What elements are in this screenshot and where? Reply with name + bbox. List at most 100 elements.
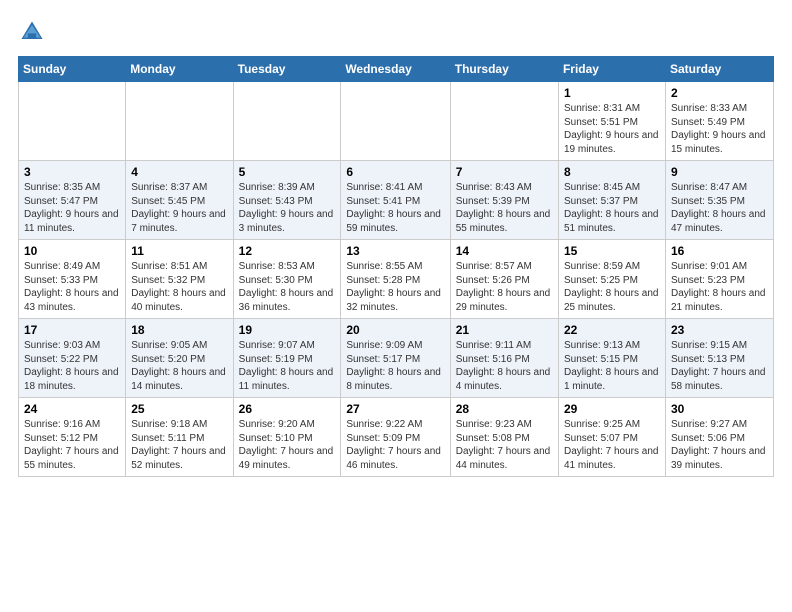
calendar-cell: 27 Sunrise: 9:22 AM Sunset: 5:09 PM Dayli… [341, 398, 450, 477]
calendar-cell: 7Sunrise: 8:43 AM Sunset: 5:39 PM Daylig… [450, 161, 558, 240]
day-number: 17 [24, 323, 120, 337]
calendar-cell [341, 82, 450, 161]
calendar-cell: 10 Sunrise: 8:49 AM Sunset: 5:33 PM Dayli… [19, 240, 126, 319]
calendar-cell: 24 Sunrise: 9:16 AM Sunset: 5:12 PM Dayli… [19, 398, 126, 477]
day-info: Sunrise: 9:16 AM Sunset: 5:12 PM Dayligh… [24, 418, 120, 472]
day-number: 15 [564, 244, 660, 258]
day-info: Sunrise: 9:01 AM Sunset: 5:23 PM Dayligh… [671, 260, 768, 314]
logo-icon [18, 18, 46, 46]
calendar-cell: 16 Sunrise: 9:01 AM Sunset: 5:23 PM Dayli… [665, 240, 773, 319]
day-number: 25 [131, 402, 227, 416]
day-number: 24 [24, 402, 120, 416]
day-info: Sunrise: 8:39 AM Sunset: 5:43 PM Dayligh… [239, 181, 336, 235]
calendar-cell: 18 Sunrise: 9:05 AM Sunset: 5:20 PM Dayli… [126, 319, 233, 398]
calendar-week-1: 1Sunrise: 8:31 AM Sunset: 5:51 PM Daylig… [19, 82, 774, 161]
calendar-cell: 23 Sunrise: 9:15 AM Sunset: 5:13 PM Dayli… [665, 319, 773, 398]
calendar-cell [450, 82, 558, 161]
day-number: 2 [671, 86, 768, 100]
calendar-cell: 1Sunrise: 8:31 AM Sunset: 5:51 PM Daylig… [558, 82, 665, 161]
day-info: Sunrise: 9:27 AM Sunset: 5:06 PM Dayligh… [671, 418, 768, 472]
day-info: Sunrise: 8:37 AM Sunset: 5:45 PM Dayligh… [131, 181, 227, 235]
calendar-header-row: SundayMondayTuesdayWednesdayThursdayFrid… [19, 57, 774, 82]
day-info: Sunrise: 9:07 AM Sunset: 5:19 PM Dayligh… [239, 339, 336, 393]
calendar-cell: 3Sunrise: 8:35 AM Sunset: 5:47 PM Daylig… [19, 161, 126, 240]
day-info: Sunrise: 8:47 AM Sunset: 5:35 PM Dayligh… [671, 181, 768, 235]
day-number: 26 [239, 402, 336, 416]
day-info: Sunrise: 9:11 AM Sunset: 5:16 PM Dayligh… [456, 339, 553, 393]
calendar-header-friday: Friday [558, 57, 665, 82]
day-info: Sunrise: 8:33 AM Sunset: 5:49 PM Dayligh… [671, 102, 768, 156]
calendar-header-wednesday: Wednesday [341, 57, 450, 82]
day-info: Sunrise: 9:22 AM Sunset: 5:09 PM Dayligh… [346, 418, 444, 472]
calendar-week-2: 3Sunrise: 8:35 AM Sunset: 5:47 PM Daylig… [19, 161, 774, 240]
day-number: 9 [671, 165, 768, 179]
day-info: Sunrise: 8:35 AM Sunset: 5:47 PM Dayligh… [24, 181, 120, 235]
day-info: Sunrise: 9:05 AM Sunset: 5:20 PM Dayligh… [131, 339, 227, 393]
day-number: 20 [346, 323, 444, 337]
calendar-cell: 11Sunrise: 8:51 AM Sunset: 5:32 PM Dayli… [126, 240, 233, 319]
day-info: Sunrise: 8:55 AM Sunset: 5:28 PM Dayligh… [346, 260, 444, 314]
calendar-header-thursday: Thursday [450, 57, 558, 82]
calendar-cell: 25Sunrise: 9:18 AM Sunset: 5:11 PM Dayli… [126, 398, 233, 477]
calendar-cell: 26 Sunrise: 9:20 AM Sunset: 5:10 PM Dayli… [233, 398, 341, 477]
day-number: 5 [239, 165, 336, 179]
calendar-cell: 30Sunrise: 9:27 AM Sunset: 5:06 PM Dayli… [665, 398, 773, 477]
day-number: 11 [131, 244, 227, 258]
calendar: SundayMondayTuesdayWednesdayThursdayFrid… [18, 56, 774, 477]
calendar-header-saturday: Saturday [665, 57, 773, 82]
calendar-header-tuesday: Tuesday [233, 57, 341, 82]
calendar-week-4: 17 Sunrise: 9:03 AM Sunset: 5:22 PM Dayli… [19, 319, 774, 398]
day-info: Sunrise: 8:53 AM Sunset: 5:30 PM Dayligh… [239, 260, 336, 314]
calendar-cell: 5 Sunrise: 8:39 AM Sunset: 5:43 PM Daylig… [233, 161, 341, 240]
day-info: Sunrise: 9:03 AM Sunset: 5:22 PM Dayligh… [24, 339, 120, 393]
day-number: 18 [131, 323, 227, 337]
day-number: 19 [239, 323, 336, 337]
day-info: Sunrise: 8:49 AM Sunset: 5:33 PM Dayligh… [24, 260, 120, 314]
calendar-cell: 29 Sunrise: 9:25 AM Sunset: 5:07 PM Dayli… [558, 398, 665, 477]
day-info: Sunrise: 9:09 AM Sunset: 5:17 PM Dayligh… [346, 339, 444, 393]
day-info: Sunrise: 8:41 AM Sunset: 5:41 PM Dayligh… [346, 181, 444, 235]
calendar-cell: 21 Sunrise: 9:11 AM Sunset: 5:16 PM Dayli… [450, 319, 558, 398]
day-info: Sunrise: 9:13 AM Sunset: 5:15 PM Dayligh… [564, 339, 660, 393]
day-number: 29 [564, 402, 660, 416]
calendar-cell: 8 Sunrise: 8:45 AM Sunset: 5:37 PM Daylig… [558, 161, 665, 240]
day-info: Sunrise: 8:43 AM Sunset: 5:39 PM Dayligh… [456, 181, 553, 235]
calendar-cell: 12Sunrise: 8:53 AM Sunset: 5:30 PM Dayli… [233, 240, 341, 319]
day-number: 6 [346, 165, 444, 179]
calendar-week-3: 10 Sunrise: 8:49 AM Sunset: 5:33 PM Dayli… [19, 240, 774, 319]
day-number: 8 [564, 165, 660, 179]
calendar-cell [126, 82, 233, 161]
calendar-week-5: 24 Sunrise: 9:16 AM Sunset: 5:12 PM Dayli… [19, 398, 774, 477]
calendar-cell: 6 Sunrise: 8:41 AM Sunset: 5:41 PM Daylig… [341, 161, 450, 240]
calendar-header-sunday: Sunday [19, 57, 126, 82]
calendar-cell: 17 Sunrise: 9:03 AM Sunset: 5:22 PM Dayli… [19, 319, 126, 398]
day-info: Sunrise: 9:25 AM Sunset: 5:07 PM Dayligh… [564, 418, 660, 472]
day-info: Sunrise: 8:31 AM Sunset: 5:51 PM Dayligh… [564, 102, 660, 156]
calendar-cell: 4 Sunrise: 8:37 AM Sunset: 5:45 PM Daylig… [126, 161, 233, 240]
calendar-cell: 20 Sunrise: 9:09 AM Sunset: 5:17 PM Dayli… [341, 319, 450, 398]
calendar-cell [19, 82, 126, 161]
day-number: 16 [671, 244, 768, 258]
day-number: 28 [456, 402, 553, 416]
day-number: 10 [24, 244, 120, 258]
calendar-cell: 2 Sunrise: 8:33 AM Sunset: 5:49 PM Daylig… [665, 82, 773, 161]
calendar-cell: 9 Sunrise: 8:47 AM Sunset: 5:35 PM Daylig… [665, 161, 773, 240]
day-number: 27 [346, 402, 444, 416]
day-number: 21 [456, 323, 553, 337]
calendar-cell [233, 82, 341, 161]
calendar-cell: 15 Sunrise: 8:59 AM Sunset: 5:25 PM Dayli… [558, 240, 665, 319]
day-number: 22 [564, 323, 660, 337]
calendar-cell: 14Sunrise: 8:57 AM Sunset: 5:26 PM Dayli… [450, 240, 558, 319]
day-number: 4 [131, 165, 227, 179]
day-number: 13 [346, 244, 444, 258]
day-info: Sunrise: 9:15 AM Sunset: 5:13 PM Dayligh… [671, 339, 768, 393]
logo [18, 18, 50, 46]
day-info: Sunrise: 9:20 AM Sunset: 5:10 PM Dayligh… [239, 418, 336, 472]
calendar-cell: 13 Sunrise: 8:55 AM Sunset: 5:28 PM Dayli… [341, 240, 450, 319]
day-info: Sunrise: 8:45 AM Sunset: 5:37 PM Dayligh… [564, 181, 660, 235]
day-number: 23 [671, 323, 768, 337]
header [18, 18, 774, 46]
day-number: 14 [456, 244, 553, 258]
calendar-cell: 28Sunrise: 9:23 AM Sunset: 5:08 PM Dayli… [450, 398, 558, 477]
day-info: Sunrise: 8:59 AM Sunset: 5:25 PM Dayligh… [564, 260, 660, 314]
